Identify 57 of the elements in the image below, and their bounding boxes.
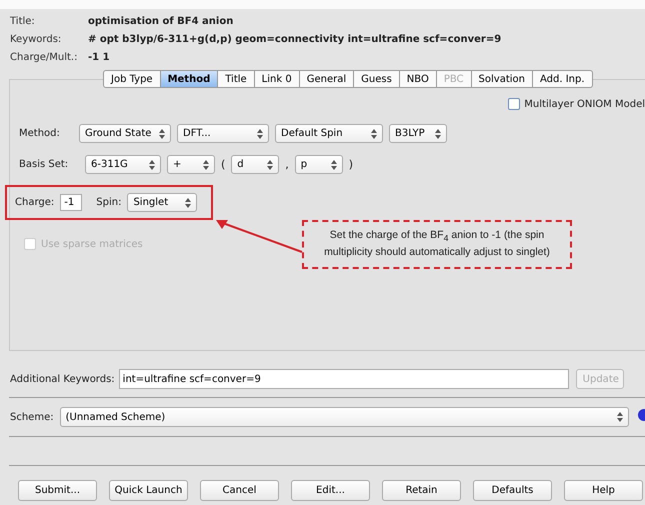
dialog-button[interactable]: Defaults xyxy=(473,480,552,501)
field-value: optimisation of BF4 anion xyxy=(88,16,234,26)
dropdown[interactable]: + xyxy=(167,155,215,174)
field-label: Charge: xyxy=(15,197,54,208)
dropdown[interactable]: Ground State xyxy=(79,124,171,143)
dialog-button[interactable]: Edit... xyxy=(291,480,370,501)
keywords-input[interactable]: int=ultrafine scf=conver=9 xyxy=(118,369,569,389)
field-value: -1 1 xyxy=(88,52,110,62)
dialog-button[interactable]: Quick Launch xyxy=(109,480,188,501)
bracket: ( xyxy=(221,158,226,171)
field-label: Scheme: xyxy=(10,412,54,422)
bracket: ) xyxy=(348,158,354,171)
stepper-icon xyxy=(149,160,155,170)
stepper-icon xyxy=(371,128,377,138)
stepper-icon xyxy=(435,128,441,138)
scheme-dropdown[interactable]: (Unnamed Scheme) xyxy=(60,407,630,427)
dropdown[interactable]: 6-311G xyxy=(85,155,161,174)
dialog-button[interactable]: Help xyxy=(564,480,643,501)
stepper-icon xyxy=(159,128,165,138)
stepper-icon xyxy=(257,128,263,138)
checkbox-label: Multilayer ONIOM Model xyxy=(524,98,645,110)
field-label: Spin: xyxy=(96,197,122,208)
stepper-icon xyxy=(330,160,337,170)
field-label: Title: xyxy=(10,16,36,26)
dropdown[interactable]: B3LYP xyxy=(389,124,447,143)
tab[interactable]: Title xyxy=(218,70,255,88)
tab[interactable]: Add. Inp. xyxy=(533,70,593,88)
checkbox[interactable] xyxy=(508,98,520,110)
tab[interactable]: Job Type xyxy=(103,70,161,88)
tab[interactable]: Link 0 xyxy=(254,70,300,88)
field-label: Basis Set: xyxy=(19,159,70,170)
stepper-icon xyxy=(617,412,624,422)
spin-dropdown[interactable]: Singlet xyxy=(127,193,198,212)
tab[interactable]: General xyxy=(300,70,354,88)
bracket: , xyxy=(285,158,289,171)
field-label: Charge/Mult.: xyxy=(10,52,78,62)
checkbox-label: Use sparse matrices xyxy=(41,238,143,250)
tab[interactable]: Method xyxy=(160,70,218,88)
stepper-icon xyxy=(203,160,209,170)
stepper-icon xyxy=(185,198,192,208)
dialog-button[interactable]: Submit... xyxy=(18,480,97,501)
dropdown[interactable]: Default Spin xyxy=(275,124,383,143)
tab[interactable]: Guess xyxy=(354,70,400,88)
tab[interactable]: Solvation xyxy=(472,70,533,88)
tab[interactable]: NBO xyxy=(400,70,437,88)
dropdown[interactable]: d xyxy=(231,155,280,174)
field-label: Keywords: xyxy=(10,34,62,44)
dialog-button[interactable]: Retain xyxy=(382,480,461,501)
field-value: # opt b3lyp/6-311+g(d,p) geom=connectivity int=ultrafine scf=conver=9 xyxy=(88,34,502,44)
charge-input[interactable]: -1 xyxy=(60,194,82,211)
dialog-button[interactable]: Cancel xyxy=(200,480,279,501)
stepper-icon xyxy=(267,160,274,170)
callout-note: Set the charge of the BF$_{4}$ anion to -1 (the spin multiplicity should automatically adjust to singlet) xyxy=(302,220,572,269)
dropdown[interactable]: p xyxy=(294,155,343,174)
field-label: Method: xyxy=(19,128,61,139)
dropdown[interactable]: DFT... xyxy=(177,124,269,143)
field-label: Additional Keywords: xyxy=(10,374,115,384)
